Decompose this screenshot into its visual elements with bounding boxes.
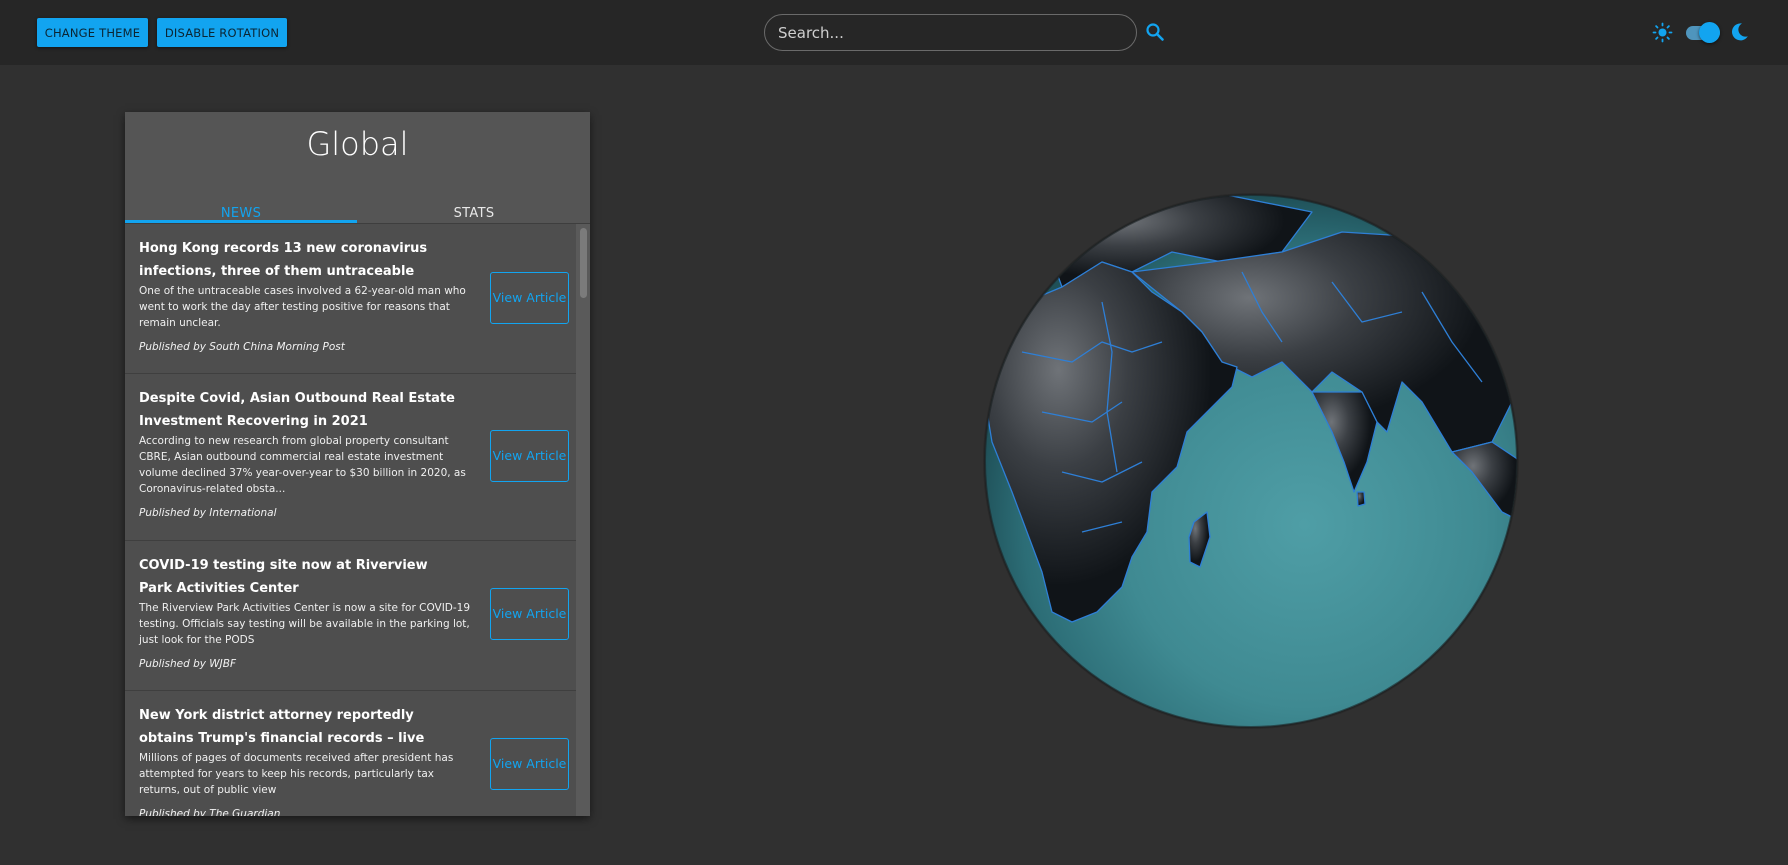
news-item: New York district attorney reportedly ob… xyxy=(125,691,576,816)
panel-title: Global xyxy=(306,125,409,163)
article-title: New York district attorney reportedly ob… xyxy=(139,708,425,746)
article-publisher: Published by South China Morning Post xyxy=(139,341,345,353)
globe[interactable] xyxy=(982,192,1520,730)
article-title: COVID-19 testing site now at Riverview P… xyxy=(139,558,428,596)
change-theme-button[interactable]: CHANGE THEME xyxy=(37,18,148,47)
search-box xyxy=(764,14,1137,51)
disable-rotation-button[interactable]: DISABLE ROTATION xyxy=(157,18,287,47)
article-description: One of the untraceable cases involved a … xyxy=(139,285,466,329)
search-input[interactable] xyxy=(765,15,1136,50)
article-description: The Riverview Park Activities Center is … xyxy=(139,602,471,646)
news-item: Hong Kong records 13 new coronavirus inf… xyxy=(125,224,576,374)
sun-icon xyxy=(1652,22,1673,43)
country-panel: Global NEWS STATS Hong Kong records 13 n… xyxy=(125,112,590,816)
scrollbar-track[interactable] xyxy=(576,224,590,816)
view-article-button[interactable]: View Article xyxy=(490,272,569,324)
news-item: Despite Covid, Asian Outbound Real Estat… xyxy=(125,374,576,541)
view-article-button[interactable]: View Article xyxy=(490,588,569,640)
news-item: COVID-19 testing site now at Riverview P… xyxy=(125,541,576,691)
view-article-button[interactable]: View Article xyxy=(490,430,569,482)
scrollbar-thumb[interactable] xyxy=(580,228,587,298)
article-description: According to new research from global pr… xyxy=(139,435,466,495)
article-description: Millions of pages of documents received … xyxy=(139,752,454,796)
article-title: Despite Covid, Asian Outbound Real Estat… xyxy=(139,391,455,429)
moon-icon xyxy=(1731,23,1748,41)
article-publisher: Published by The Guardian xyxy=(139,808,281,816)
theme-toggle-knob[interactable] xyxy=(1699,22,1720,43)
article-publisher: Published by WJBF xyxy=(139,658,237,670)
search-icon[interactable] xyxy=(1145,22,1165,42)
view-article-button[interactable]: View Article xyxy=(490,738,569,790)
article-title: Hong Kong records 13 new coronavirus inf… xyxy=(139,241,428,279)
news-list[interactable]: Hong Kong records 13 new coronavirus inf… xyxy=(125,224,576,816)
article-publisher: Published by International xyxy=(139,507,277,519)
